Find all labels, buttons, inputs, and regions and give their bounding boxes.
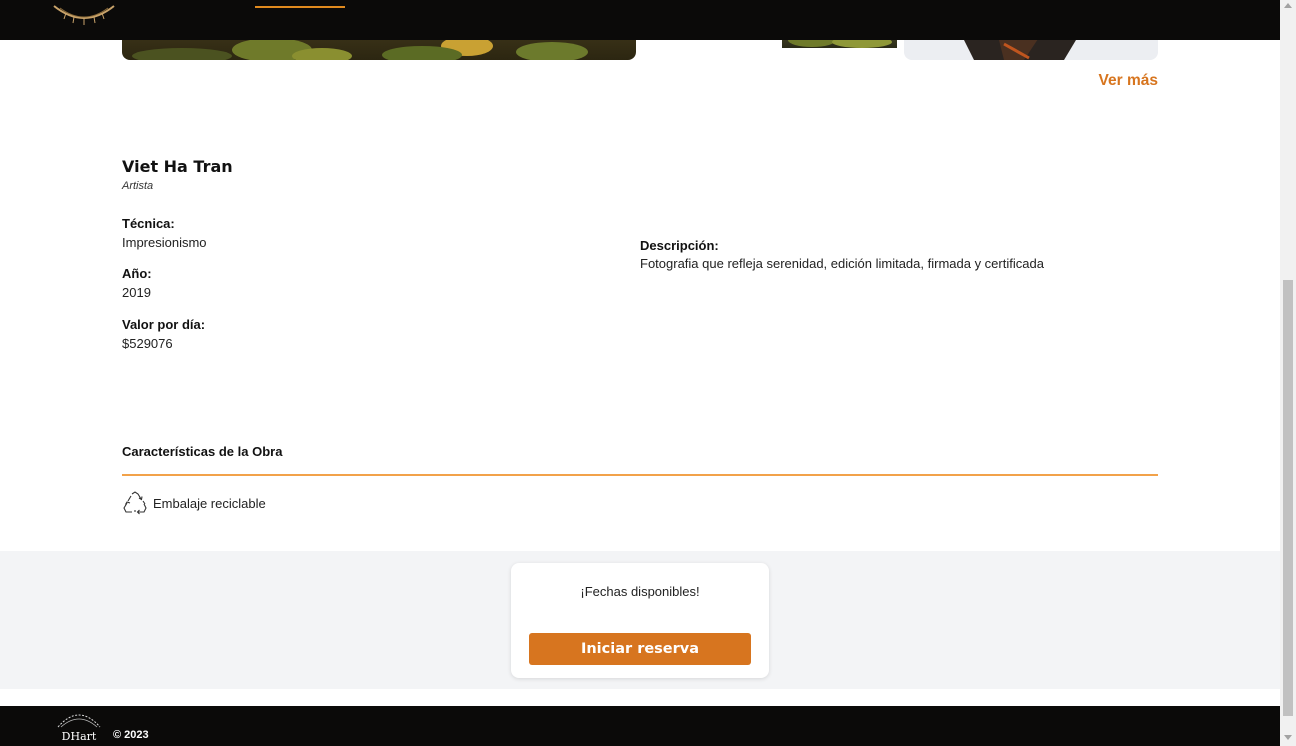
technique-value: Impresionismo [122,235,207,250]
description-value: Fotografia que refleja serenidad, edició… [640,256,1044,271]
year-label: Año: [122,266,152,281]
year-value: 2019 [122,285,151,300]
top-navbar [0,0,1280,40]
footer: DHart © 2023 [0,706,1280,746]
footer-logo-text: DHart [62,730,97,743]
copyright-text: © 2023 [113,729,149,741]
thumbnail-caption [782,49,842,53]
footer-logo[interactable]: DHart [55,709,103,746]
scroll-down-arrow-icon[interactable] [1284,735,1292,740]
description-label: Descripción: [640,238,719,253]
artist-role: Artista [122,180,154,192]
page-scrollbar[interactable] [1280,0,1296,746]
scrollbar-thumb[interactable] [1283,280,1293,716]
price-value: $529076 [122,336,173,351]
features-title: Características de la Obra [122,444,283,459]
nav-active-indicator [255,6,345,8]
available-dates-text: ¡Fechas disponibles! [580,584,700,599]
recycle-icon [122,490,148,516]
see-more-link[interactable]: Ver más [1080,72,1158,90]
features-divider [122,474,1158,476]
scroll-up-arrow-icon[interactable] [1284,3,1292,8]
feature-item: Embalaje reciclable [122,489,266,517]
start-reservation-button[interactable]: Iniciar reserva [529,633,751,665]
dhart-logo-icon[interactable] [52,0,116,28]
artist-name: Viet Ha Tran [122,157,233,176]
availability-card: ¡Fechas disponibles! Iniciar reserva [511,563,769,678]
price-label: Valor por día: [122,317,206,332]
technique-label: Técnica: [122,216,175,231]
feature-label: Embalaje reciclable [153,495,266,511]
